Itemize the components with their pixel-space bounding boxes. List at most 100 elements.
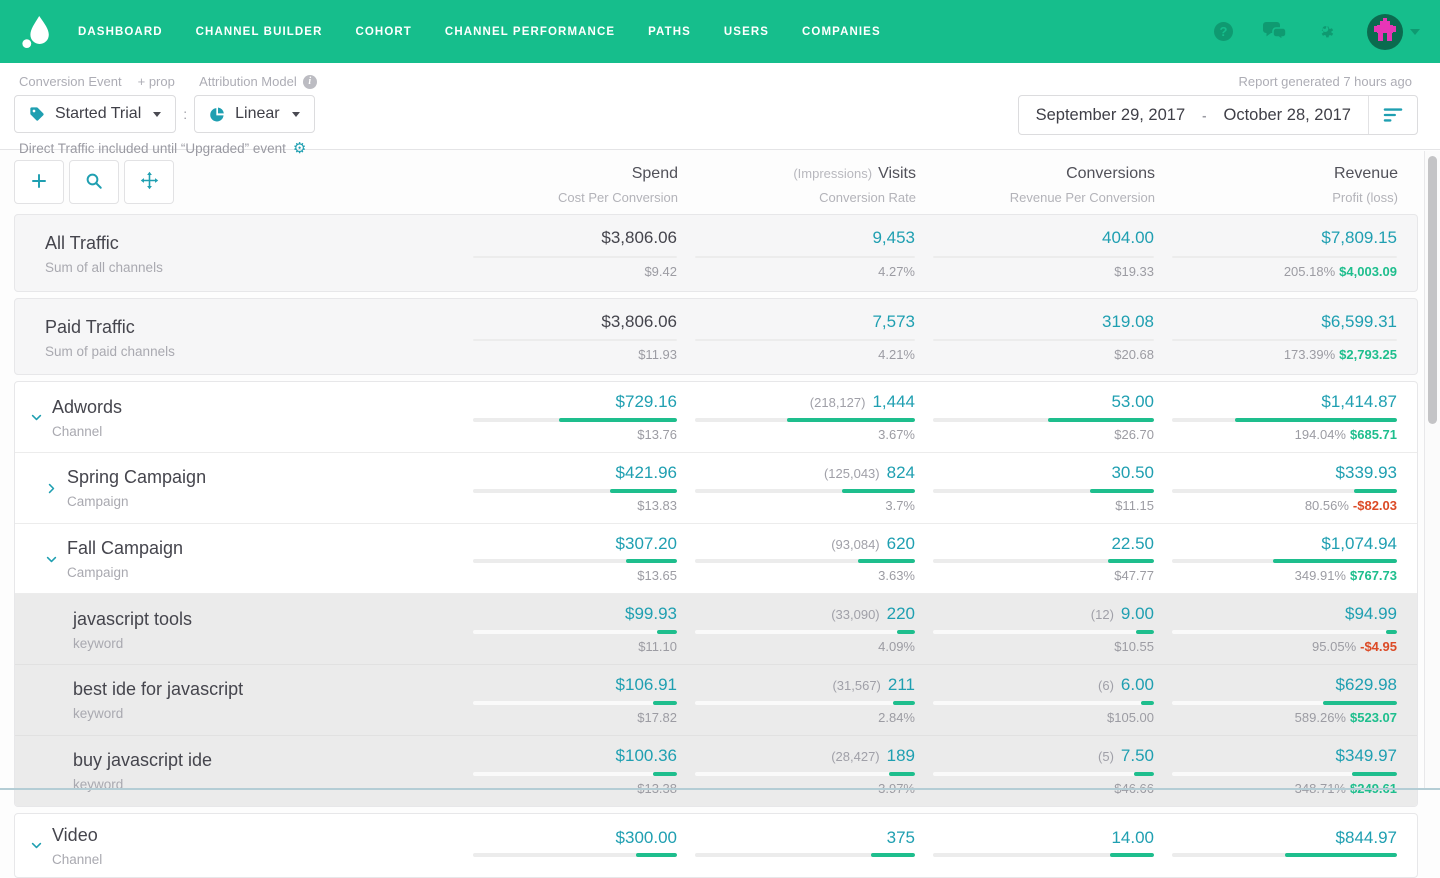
revenue-value[interactable]: $94.99: [1345, 604, 1397, 623]
visits-sub-value: 3.7%: [677, 498, 915, 513]
column-header-conversions[interactable]: ConversionsRevenue Per Conversion: [916, 160, 1155, 205]
profit-value: $2,793.25: [1339, 347, 1397, 362]
table-row[interactable]: VideoChannel$300.0037514.00$844.97: [15, 814, 1417, 877]
revenue-value[interactable]: $6,599.31: [1321, 312, 1397, 331]
add-button[interactable]: [14, 160, 64, 204]
date-start[interactable]: September 29, 2017: [1019, 106, 1203, 125]
visits-cell: (93,084)6203.63%: [677, 535, 915, 584]
conversions-value[interactable]: 7.50: [1121, 746, 1154, 765]
conversion-event-dropdown[interactable]: Started Trial: [14, 95, 176, 133]
conversions-value[interactable]: 14.00: [1111, 828, 1154, 847]
spend-value[interactable]: $100.36: [616, 746, 677, 765]
conversions-value[interactable]: 30.50: [1111, 463, 1154, 482]
revenue-value[interactable]: $339.93: [1336, 463, 1397, 482]
search-button[interactable]: [69, 160, 119, 204]
row-name-block: buy javascript idekeyword: [73, 750, 212, 792]
add-prop-link[interactable]: + prop: [138, 74, 175, 89]
chevron-down-icon[interactable]: [30, 411, 43, 424]
revenue-value[interactable]: $1,414.87: [1321, 392, 1397, 411]
info-icon[interactable]: i: [303, 75, 317, 89]
spend-value[interactable]: $300.00: [616, 828, 677, 847]
visits-value[interactable]: 220: [887, 604, 915, 623]
spend-value-line: $106.91: [455, 676, 677, 695]
visits-value[interactable]: 620: [887, 534, 915, 553]
visits-value[interactable]: 824: [887, 463, 915, 482]
spend-value[interactable]: $421.96: [616, 463, 677, 482]
nav-item-users[interactable]: USERS: [724, 26, 769, 38]
nav-item-channel-performance[interactable]: CHANNEL PERFORMANCE: [445, 26, 615, 38]
nav-item-companies[interactable]: COMPANIES: [802, 26, 881, 38]
nav-item-cohort[interactable]: COHORT: [355, 26, 411, 38]
nav-item-dashboard[interactable]: DASHBOARD: [78, 26, 163, 38]
chevron-down-icon[interactable]: [30, 839, 43, 852]
avatar[interactable]: [1367, 14, 1403, 50]
revenue-value[interactable]: $629.98: [1336, 675, 1397, 694]
nav-menu: DASHBOARD CHANNEL BUILDER COHORT CHANNEL PE…: [78, 26, 881, 38]
visits-value[interactable]: 9,453: [872, 228, 915, 247]
table-row[interactable]: javascript toolskeyword$99.93$11.10(33,0…: [15, 593, 1417, 664]
spend-value[interactable]: $99.93: [625, 604, 677, 623]
conversions-value[interactable]: 22.50: [1111, 534, 1154, 553]
visits-cell: 375: [677, 829, 915, 863]
spend-bar-fill: [657, 630, 677, 634]
attribution-logo[interactable]: [20, 15, 52, 49]
spend-value[interactable]: $3,806.06: [601, 228, 677, 247]
help-icon[interactable]: ?: [1214, 22, 1233, 41]
scrollbar-track[interactable]: [1424, 151, 1440, 790]
column-header-spend[interactable]: SpendCost Per Conversion: [456, 160, 678, 205]
spend-value[interactable]: $307.20: [616, 534, 677, 553]
column-header-revenue[interactable]: RevenueProfit (loss): [1155, 160, 1398, 205]
table-row[interactable]: buy javascript idekeyword$100.36$13.38(2…: [15, 735, 1417, 806]
revenue-value[interactable]: $7,809.15: [1321, 228, 1397, 247]
visits-bar: [695, 701, 915, 705]
settings-gear-icon[interactable]: ⚙: [293, 141, 306, 156]
filter-icon[interactable]: [1369, 96, 1417, 134]
chevron-down-icon[interactable]: [1410, 29, 1420, 35]
conversions-value[interactable]: 9.00: [1121, 604, 1154, 623]
gear-icon[interactable]: [1317, 22, 1337, 42]
spend-value[interactable]: $3,806.06: [601, 312, 677, 331]
column-header-visits[interactable]: (Impressions)VisitsConversion Rate: [678, 160, 916, 205]
spend-bar: [473, 559, 677, 563]
visits-bar: [695, 559, 915, 563]
attribution-model-dropdown[interactable]: Linear: [194, 95, 314, 133]
conversions-value[interactable]: 404.00: [1102, 228, 1154, 247]
spend-bar-fill: [636, 853, 677, 857]
date-end[interactable]: October 28, 2017: [1206, 106, 1368, 125]
chat-icon[interactable]: [1263, 22, 1287, 42]
conversions-value[interactable]: 53.00: [1111, 392, 1154, 411]
table-row[interactable]: Spring CampaignCampaign$421.96$13.83(125…: [15, 452, 1417, 523]
visits-value[interactable]: 7,573: [872, 312, 915, 331]
move-button[interactable]: [124, 160, 174, 204]
table-row[interactable]: best ide for javascriptkeyword$106.91$17…: [15, 664, 1417, 735]
revenue-value[interactable]: $844.97: [1336, 828, 1397, 847]
row-name-cell: All TrafficSum of all channels: [15, 233, 455, 275]
visits-value[interactable]: 189: [887, 746, 915, 765]
spend-value[interactable]: $106.91: [616, 675, 677, 694]
spend-value[interactable]: $729.16: [616, 392, 677, 411]
user-menu[interactable]: [1367, 14, 1420, 50]
date-range-picker[interactable]: September 29, 2017 - October 28, 2017: [1018, 95, 1418, 135]
direct-traffic-note: Direct Traffic included until “Upgraded”…: [19, 141, 317, 156]
row-type-label: Channel: [52, 852, 102, 867]
chevron-right-icon[interactable]: [45, 482, 58, 495]
conversions-value-line: 14.00: [915, 829, 1154, 848]
chevron-down-icon[interactable]: [45, 553, 58, 566]
nav-item-paths[interactable]: PATHS: [648, 26, 691, 38]
nav-item-channel-builder[interactable]: CHANNEL BUILDER: [196, 26, 323, 38]
table-row[interactable]: Fall CampaignCampaign$307.20$13.65(93,08…: [15, 523, 1417, 594]
spend-cell: $307.20$13.65: [455, 535, 677, 584]
visits-value[interactable]: 375: [887, 828, 915, 847]
scrollbar-thumb[interactable]: [1428, 156, 1437, 424]
revenue-cell: $1,074.94349.91%$767.73: [1154, 535, 1397, 584]
visits-value[interactable]: 211: [888, 675, 915, 694]
table-row[interactable]: AdwordsChannel$729.16$13.76(218,127)1,44…: [15, 382, 1417, 452]
revenue-value[interactable]: $349.97: [1336, 746, 1397, 765]
conversions-value[interactable]: 319.08: [1102, 312, 1154, 331]
table-row[interactable]: All TrafficSum of all channels $3,806.06 $…: [15, 215, 1417, 291]
visits-prefix: (31,567): [832, 678, 880, 693]
visits-value[interactable]: 1,444: [872, 392, 915, 411]
revenue-value[interactable]: $1,074.94: [1321, 534, 1397, 553]
table-row[interactable]: Paid TrafficSum of paid channels$3,806.0…: [15, 299, 1417, 375]
conversions-value[interactable]: 6.00: [1121, 675, 1154, 694]
